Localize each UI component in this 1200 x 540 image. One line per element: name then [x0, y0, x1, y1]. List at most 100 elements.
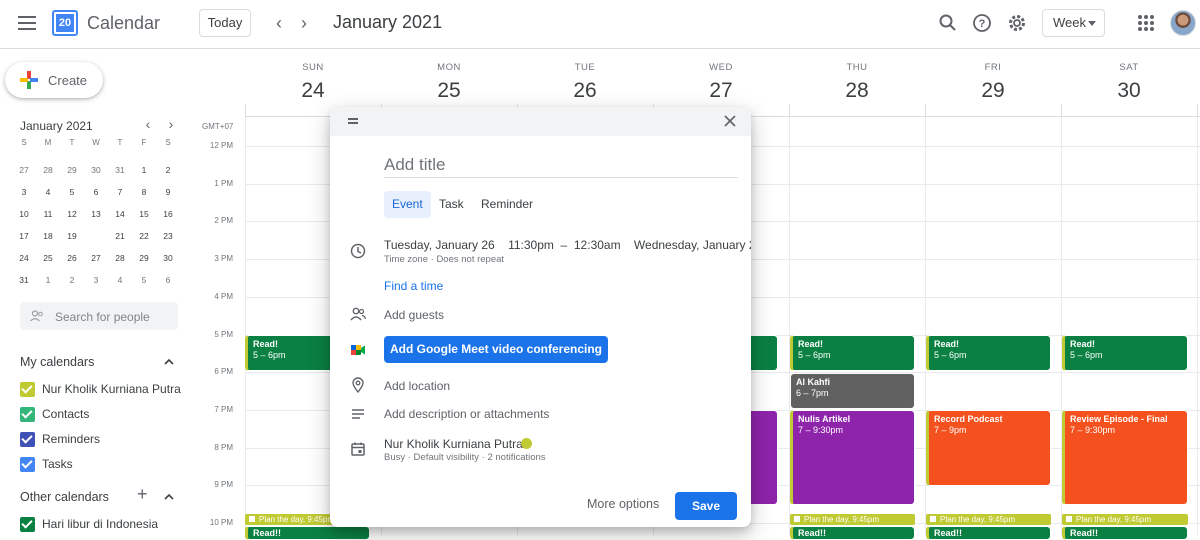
account-avatar[interactable]: [1170, 10, 1196, 36]
mini-calendar-day[interactable]: 9: [156, 187, 180, 197]
mini-calendar-day[interactable]: 12: [60, 209, 84, 219]
mini-calendar-day[interactable]: 29: [132, 253, 156, 263]
mini-calendar-day[interactable]: 7: [108, 187, 132, 197]
mini-calendar-day[interactable]: 30: [156, 253, 180, 263]
event-title-input[interactable]: [384, 152, 738, 178]
my-calendars-title[interactable]: My calendars: [20, 355, 94, 369]
day-date[interactable]: 28: [789, 79, 925, 103]
mini-calendar-day[interactable]: 22: [132, 231, 156, 241]
add-google-meet-button[interactable]: Add Google Meet video conferencing: [384, 336, 608, 363]
day-column-header[interactable]: MON 25: [381, 62, 517, 103]
add-calendar-icon[interactable]: +: [137, 484, 148, 505]
other-calendars-title[interactable]: Other calendars: [20, 490, 109, 504]
mini-calendar-day[interactable]: 8: [132, 187, 156, 197]
mini-calendar-day[interactable]: 20: [84, 225, 108, 243]
settings-gear-icon[interactable]: [1006, 12, 1028, 34]
mini-calendar-day[interactable]: 5: [60, 187, 84, 197]
mini-calendar-day[interactable]: 21: [108, 231, 132, 241]
day-column-header[interactable]: SUN 24: [245, 62, 381, 103]
day-date[interactable]: 30: [1061, 79, 1197, 103]
mini-calendar-day[interactable]: 30: [84, 165, 108, 175]
find-a-time-link[interactable]: Find a time: [384, 279, 443, 293]
mini-calendar-day[interactable]: 1: [36, 275, 60, 285]
calendar-checkbox[interactable]: [20, 457, 35, 472]
collapse-my-calendars-icon[interactable]: [164, 357, 174, 367]
tab-event[interactable]: Event: [384, 191, 431, 218]
day-date[interactable]: 29: [925, 79, 1061, 103]
calendar-checkbox[interactable]: [20, 407, 35, 422]
calendar-owner-name[interactable]: Nur Kholik Kurniana Putra: [384, 437, 523, 451]
tab-task[interactable]: Task: [431, 191, 472, 218]
add-description-field[interactable]: Add description or attachments: [384, 407, 549, 421]
mini-calendar-day[interactable]: 6: [84, 187, 108, 197]
event-fri-plan-the-day[interactable]: Plan the day, 9:45pm: [926, 514, 1051, 525]
day-column-header[interactable]: WED 27: [653, 62, 789, 103]
mini-calendar-day[interactable]: 3: [12, 187, 36, 197]
calendar-logo[interactable]: 20: [52, 10, 78, 36]
event-fri-read-late[interactable]: Read!!: [926, 526, 1051, 540]
more-options-button[interactable]: More options: [587, 497, 659, 511]
day-column-header[interactable]: TUE 26: [517, 62, 653, 103]
next-week-icon[interactable]: ›: [293, 12, 315, 34]
mini-calendar-day[interactable]: 19: [60, 231, 84, 241]
mini-calendar-day[interactable]: 24: [12, 253, 36, 263]
event-sat-read[interactable]: Read! 5 – 6pm: [1062, 335, 1188, 371]
mini-calendar-day[interactable]: 17: [12, 231, 36, 241]
day-date[interactable]: 24: [245, 79, 381, 103]
collapse-other-calendars-icon[interactable]: [164, 492, 174, 502]
mini-calendar-day[interactable]: 2: [60, 275, 84, 285]
today-button[interactable]: Today: [199, 9, 251, 37]
mini-calendar-day[interactable]: 29: [60, 165, 84, 175]
mini-calendar-day[interactable]: 4: [108, 275, 132, 285]
day-column-header[interactable]: THU 28: [789, 62, 925, 103]
google-apps-icon[interactable]: [1138, 15, 1154, 31]
day-date[interactable]: 27: [653, 79, 789, 103]
add-guests-field[interactable]: Add guests: [384, 308, 444, 322]
mini-calendar-day[interactable]: 16: [156, 209, 180, 219]
event-sat-review-episode[interactable]: Review Episode - Final 7 – 9:30pm: [1062, 410, 1188, 505]
event-thu-read-late[interactable]: Read!!: [790, 526, 915, 540]
mini-calendar-day[interactable]: 31: [12, 275, 36, 285]
calendar-checkbox[interactable]: [20, 517, 35, 532]
mini-next-month-icon[interactable]: ›: [164, 116, 178, 132]
day-date[interactable]: 25: [381, 79, 517, 103]
mini-calendar-day[interactable]: 6: [156, 275, 180, 285]
mini-calendar-day[interactable]: 5: [132, 275, 156, 285]
mini-calendar-day[interactable]: 18: [36, 231, 60, 241]
day-date[interactable]: 26: [517, 79, 653, 103]
mini-calendar-day[interactable]: 14: [108, 209, 132, 219]
mini-calendar-day[interactable]: 28: [36, 165, 60, 175]
timezone-repeat-info[interactable]: Time zone · Does not repeat: [384, 254, 504, 265]
view-selector[interactable]: Week: [1042, 9, 1105, 37]
mini-calendar-day[interactable]: 27: [12, 165, 36, 175]
mini-calendar-day[interactable]: 27: [84, 253, 108, 263]
owner-settings-info[interactable]: Busy · Default visibility · 2 notificati…: [384, 452, 546, 463]
mini-calendar-day[interactable]: 23: [156, 231, 180, 241]
mini-calendar-day[interactable]: 4: [36, 187, 60, 197]
mini-calendar-day[interactable]: 10: [12, 209, 36, 219]
calendar-checkbox[interactable]: [20, 382, 35, 397]
event-sat-plan-the-day[interactable]: Plan the day, 9:45pm: [1062, 514, 1188, 525]
mini-calendar-day[interactable]: 31: [108, 165, 132, 175]
search-people-input[interactable]: Search for people: [20, 302, 178, 330]
mini-calendar-day[interactable]: 13: [84, 209, 108, 219]
mini-calendar-day[interactable]: 26: [60, 247, 84, 265]
main-menu-icon[interactable]: [18, 16, 36, 30]
event-sun-read-late[interactable]: Read!!: [245, 526, 370, 540]
previous-week-icon[interactable]: ‹: [268, 12, 290, 34]
calendar-checkbox[interactable]: [20, 432, 35, 447]
drag-handle-icon[interactable]: [348, 118, 358, 124]
event-thu-plan-the-day[interactable]: Plan the day, 9:45pm: [790, 514, 915, 525]
close-icon[interactable]: [723, 114, 737, 128]
event-thu-read[interactable]: Read! 5 – 6pm: [790, 335, 915, 371]
event-datetime[interactable]: Tuesday, January 26 11:30pm – 12:30am We…: [384, 238, 751, 252]
add-location-field[interactable]: Add location: [384, 379, 450, 393]
event-fri-read[interactable]: Read! 5 – 6pm: [926, 335, 1051, 371]
day-column-header[interactable]: SAT 30: [1061, 62, 1197, 103]
event-thu-al-kahfi[interactable]: Al Kahfi 6 – 7pm: [790, 373, 915, 409]
mini-calendar-day[interactable]: 2: [156, 165, 180, 175]
event-sat-read-late[interactable]: Read!!: [1062, 526, 1188, 540]
mini-calendar-day[interactable]: 11: [36, 209, 60, 219]
event-fri-record-podcast[interactable]: Record Podcast 7 – 9pm: [926, 410, 1051, 486]
mini-calendar-day[interactable]: 28: [108, 253, 132, 263]
